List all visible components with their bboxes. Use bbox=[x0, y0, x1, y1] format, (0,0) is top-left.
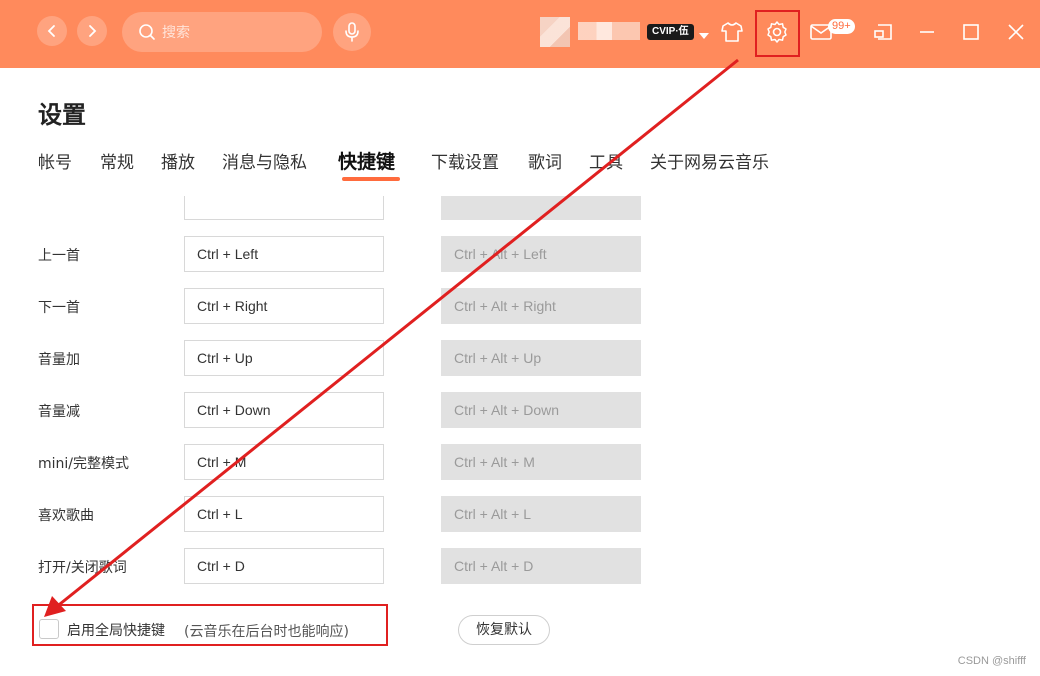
global-shortcut-label[interactable]: 启用全局快捷键 bbox=[67, 620, 165, 640]
shortcut-label: 下一首 bbox=[38, 300, 80, 316]
global-shortcut-field[interactable]: Ctrl + Alt + Right bbox=[441, 288, 641, 324]
shortcut-key-field[interactable]: Ctrl + Left bbox=[184, 236, 384, 272]
minimize-button[interactable] bbox=[911, 16, 943, 48]
table-row: 喜欢歌曲 Ctrl + L Ctrl + Alt + L bbox=[0, 496, 1040, 532]
maximize-icon bbox=[963, 24, 979, 40]
table-row: 音量加 Ctrl + Up Ctrl + Alt + Up bbox=[0, 340, 1040, 376]
account-dropdown[interactable] bbox=[698, 26, 710, 45]
shortcut-key-field[interactable]: Ctrl + Up bbox=[184, 340, 384, 376]
table-row: 上一首 Ctrl + Left Ctrl + Alt + Left bbox=[0, 236, 1040, 272]
back-button[interactable] bbox=[37, 16, 67, 46]
global-shortcut-field[interactable]: Ctrl + Alt + Down bbox=[441, 392, 641, 428]
tab-general[interactable]: 常规 bbox=[100, 148, 134, 173]
shortcut-label: mini/完整模式 bbox=[38, 456, 130, 472]
shortcut-label: 音量加 bbox=[38, 352, 80, 368]
table-row-partial bbox=[0, 196, 1040, 232]
global-shortcut-field[interactable] bbox=[441, 196, 641, 220]
search-placeholder: 搜索 bbox=[162, 25, 190, 41]
shortcut-label: 上一首 bbox=[38, 248, 80, 264]
global-shortcut-field[interactable]: Ctrl + Alt + L bbox=[441, 496, 641, 532]
global-shortcut-note: (云音乐在后台时也能响应) bbox=[184, 624, 349, 640]
table-row: mini/完整模式 Ctrl + M Ctrl + Alt + M bbox=[0, 444, 1040, 480]
username-blurred[interactable] bbox=[578, 22, 640, 40]
shortcut-label: 音量减 bbox=[38, 404, 80, 420]
global-shortcut-field[interactable]: Ctrl + Alt + D bbox=[441, 548, 641, 584]
chevron-right-icon bbox=[89, 25, 97, 37]
shortcut-key-field[interactable]: Ctrl + Down bbox=[184, 392, 384, 428]
watermark: CSDN @shifff bbox=[957, 655, 1026, 667]
shortcut-label: 喜欢歌曲 bbox=[38, 508, 94, 524]
shortcut-key-field[interactable]: Ctrl + Right bbox=[184, 288, 384, 324]
tab-messages-privacy[interactable]: 消息与隐私 bbox=[222, 148, 307, 173]
global-shortcut-checkbox[interactable] bbox=[39, 619, 59, 639]
forward-button[interactable] bbox=[77, 16, 107, 46]
chevron-down-icon bbox=[699, 33, 709, 39]
maximize-button[interactable] bbox=[955, 16, 987, 48]
tshirt-icon bbox=[721, 22, 743, 42]
microphone-icon bbox=[345, 22, 359, 42]
table-row: 音量减 Ctrl + Down Ctrl + Alt + Down bbox=[0, 392, 1040, 428]
tab-lyrics[interactable]: 歌词 bbox=[528, 148, 562, 173]
close-icon bbox=[1008, 24, 1024, 40]
vip-badge[interactable]: CVIP·伍 bbox=[647, 24, 694, 40]
notification-badge: 99+ bbox=[828, 19, 855, 34]
restore-default-button[interactable]: 恢复默认 bbox=[458, 615, 550, 645]
tab-playback[interactable]: 播放 bbox=[161, 148, 195, 173]
shortcut-key-field[interactable]: Ctrl + D bbox=[184, 548, 384, 584]
global-shortcut-field[interactable]: Ctrl + Alt + Up bbox=[441, 340, 641, 376]
active-tab-indicator bbox=[342, 177, 400, 181]
tab-tools[interactable]: 工具 bbox=[589, 148, 623, 173]
tab-account[interactable]: 帐号 bbox=[38, 148, 72, 173]
close-button[interactable] bbox=[1000, 16, 1032, 48]
avatar[interactable] bbox=[540, 17, 570, 47]
table-row: 下一首 Ctrl + Right Ctrl + Alt + Right bbox=[0, 288, 1040, 324]
shortcut-key-field[interactable]: Ctrl + M bbox=[184, 444, 384, 480]
shortcut-key-field[interactable]: Ctrl + L bbox=[184, 496, 384, 532]
skin-button[interactable] bbox=[716, 16, 748, 48]
voice-search-button[interactable] bbox=[333, 13, 371, 51]
tab-about[interactable]: 关于网易云音乐 bbox=[650, 148, 769, 173]
page-title: 设置 bbox=[38, 101, 86, 129]
settings-highlight-annotation bbox=[755, 10, 800, 57]
shortcut-list[interactable]: 上一首 Ctrl + Left Ctrl + Alt + Left 下一首 Ct… bbox=[0, 196, 1040, 592]
global-shortcut-field[interactable]: Ctrl + Alt + Left bbox=[441, 236, 641, 272]
search-icon bbox=[139, 24, 155, 40]
mini-mode-button[interactable] bbox=[867, 16, 899, 48]
title-bar: 搜索 CVIP·伍 99+ bbox=[0, 0, 1040, 68]
minimize-icon bbox=[920, 31, 934, 33]
global-shortcut-field[interactable]: Ctrl + Alt + M bbox=[441, 444, 641, 480]
table-row: 打开/关闭歌词 Ctrl + D Ctrl + Alt + D bbox=[0, 548, 1040, 584]
shortcut-key-field[interactable] bbox=[184, 196, 384, 220]
chevron-left-icon bbox=[47, 25, 55, 37]
search-input[interactable]: 搜索 bbox=[122, 12, 322, 52]
mini-player-icon bbox=[874, 24, 892, 40]
tab-download[interactable]: 下载设置 bbox=[431, 148, 499, 173]
shortcut-label: 打开/关闭歌词 bbox=[38, 560, 127, 576]
tab-shortcuts[interactable]: 快捷键 bbox=[338, 147, 395, 174]
app-window: 搜索 CVIP·伍 99+ 设置 帐号 常规 播放 消息与隐私 快捷键 下载设置… bbox=[0, 0, 1040, 676]
